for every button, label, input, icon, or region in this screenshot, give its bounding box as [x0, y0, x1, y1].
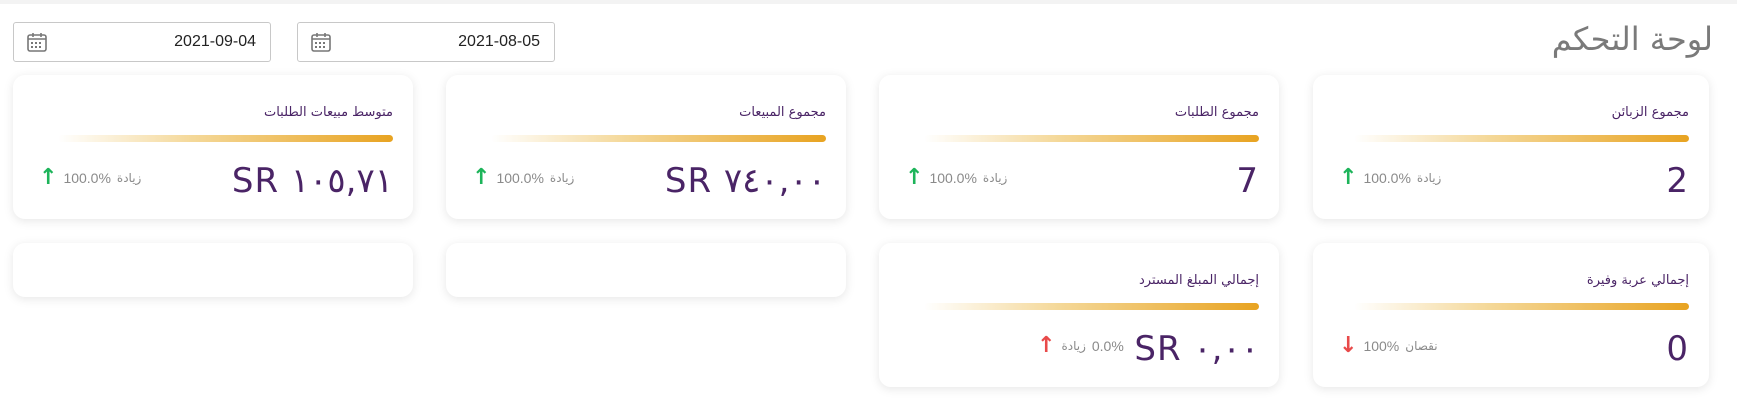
- trend-percent: 100.0%: [929, 170, 977, 186]
- trend-indicator: ↑ 100.0% زيادة: [905, 167, 1007, 189]
- calendar-icon[interactable]: [310, 31, 332, 53]
- card-total-refunded: إجمالي المبلغ المسترد SR ٠,٠٠ ↑ زيادة 0.…: [879, 243, 1279, 387]
- card-accent-bar: [1354, 303, 1689, 310]
- arrow-up-icon: ↑: [905, 165, 924, 190]
- card-value: SR ٧٤٠,٠٠: [664, 161, 826, 201]
- trend-word: نقصان: [1405, 339, 1438, 353]
- top-divider: [0, 0, 1737, 4]
- card-value: SR ٠,٠٠: [1134, 329, 1259, 369]
- card-accent-bar: [924, 135, 1259, 142]
- card-accent-bar: [491, 135, 826, 142]
- trend-indicator: ↑ 100.0% زيادة: [1339, 167, 1441, 189]
- calendar-icon[interactable]: [26, 31, 48, 53]
- arrow-up-icon: ↑: [1037, 333, 1056, 358]
- card-accent-bar: [1354, 135, 1689, 142]
- trend-indicator: ↑ 100.0% زيادة: [39, 167, 141, 189]
- trend-percent: 100.0%: [1363, 170, 1411, 186]
- card-empty: [13, 243, 413, 297]
- card-label: مجموع المبيعات: [739, 105, 826, 120]
- trend-word: زيادة: [1416, 171, 1442, 185]
- card-label: مجموع الزبائن: [1611, 105, 1689, 120]
- trend-word: زيادة: [116, 171, 142, 185]
- card-total-customers: مجموع الزبائن 2 ↑ 100.0% زيادة: [1313, 75, 1709, 219]
- date-to-picker[interactable]: 2021-09-04: [13, 22, 271, 62]
- page-title: لوحة التحكم: [1551, 20, 1713, 58]
- card-total-abandoned-cart: إجمالي عربة وفيرة 0 ↓ 100% نقصان: [1313, 243, 1709, 387]
- date-from-picker[interactable]: 2021-08-05: [297, 22, 555, 62]
- card-label: إجمالي عربة وفيرة: [1586, 273, 1689, 288]
- card-label: إجمالي المبلغ المسترد: [1139, 273, 1259, 288]
- card-accent-bar: [924, 303, 1259, 310]
- card-value: 7: [1236, 161, 1259, 201]
- card-label: مجموع الطلبات: [1174, 105, 1259, 120]
- arrow-up-icon: ↑: [472, 165, 491, 190]
- trend-word: زيادة: [982, 171, 1008, 185]
- trend-indicator: ↑ زيادة 0.0%: [1037, 335, 1124, 357]
- arrow-up-icon: ↑: [39, 165, 58, 190]
- card-accent-bar: [58, 135, 393, 142]
- trend-percent: 100.0%: [63, 170, 111, 186]
- card-label: متوسط مبيعات الطلبات: [263, 105, 393, 120]
- card-value: 0: [1666, 329, 1689, 369]
- trend-percent: 0.0%: [1091, 338, 1124, 354]
- arrow-down-icon: ↓: [1339, 333, 1358, 358]
- card-empty: [446, 243, 846, 297]
- trend-word: زيادة: [1061, 339, 1086, 353]
- card-total-orders: مجموع الطلبات 7 ↑ 100.0% زيادة: [879, 75, 1279, 219]
- card-average-order-sales: متوسط مبيعات الطلبات SR ١٠٥,٧١ ↑ 100.0% …: [13, 75, 413, 219]
- card-total-sales: مجموع المبيعات SR ٧٤٠,٠٠ ↑ 100.0% زيادة: [446, 75, 846, 219]
- trend-word: زيادة: [549, 171, 575, 185]
- arrow-up-icon: ↑: [1339, 165, 1358, 190]
- card-value: 2: [1666, 161, 1689, 201]
- trend-percent: 100%: [1363, 338, 1400, 354]
- card-value: SR ١٠٥,٧١: [231, 161, 393, 201]
- trend-indicator: ↓ 100% نقصان: [1339, 335, 1438, 357]
- date-from-value[interactable]: 2021-08-05: [458, 33, 540, 51]
- trend-indicator: ↑ 100.0% زيادة: [472, 167, 574, 189]
- trend-percent: 100.0%: [496, 170, 544, 186]
- date-to-value[interactable]: 2021-09-04: [174, 33, 256, 51]
